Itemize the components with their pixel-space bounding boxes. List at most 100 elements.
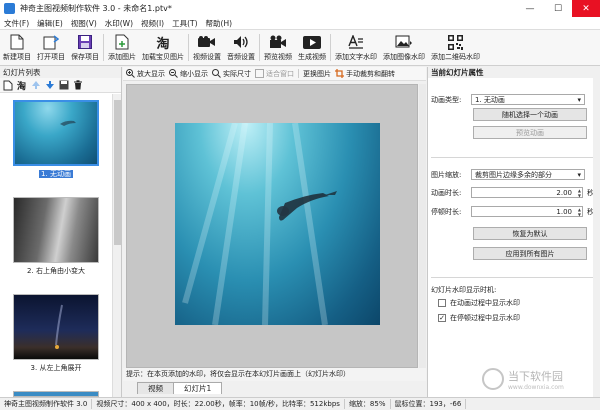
save-slide-icon[interactable] <box>58 80 69 91</box>
save-project-label: 保存项目 <box>71 53 99 61</box>
window-title: 神奇主图视频制作软件 3.0 - 未命名1.ptv* <box>20 4 172 13</box>
audio-settings-button[interactable]: 音频设置 <box>224 30 258 65</box>
add-qrcode-watermark-label: 添加二维码水印 <box>431 53 480 61</box>
replace-image-button[interactable]: 更换图片 <box>303 69 331 79</box>
generate-video-button[interactable]: 生成视频 <box>295 30 329 65</box>
add-image-label: 添加图片 <box>108 53 136 61</box>
slide-1-caption: 1. 无动画 <box>39 170 73 178</box>
image-watermark-icon <box>395 34 413 50</box>
slide-properties-panel: 当前幻灯片属性 动画类型: 1. 无动画 ▾ 随机选择一个动画 预览动画 图片缩… <box>427 67 600 397</box>
add-image-watermark-button[interactable]: 添加图像水印 <box>380 30 428 65</box>
video-settings-button[interactable]: 视频设置 <box>190 30 224 65</box>
stepper-arrows-icon[interactable]: ▲ ▼ <box>578 188 581 198</box>
menu-view[interactable]: 视图(V) <box>67 18 101 29</box>
move-down-icon[interactable] <box>44 80 55 91</box>
slide-list-scrollbar[interactable] <box>112 94 121 397</box>
preview-toolbar-separator <box>298 69 299 78</box>
preview-canvas[interactable] <box>126 84 418 368</box>
slide-list-scroll-thumb[interactable] <box>114 100 121 245</box>
chevron-down-icon: ▾ <box>577 170 581 179</box>
generate-video-label: 生成视频 <box>298 53 326 61</box>
properties-divider <box>431 277 596 278</box>
wm-stop-checkbox[interactable]: ✓ <box>438 314 446 322</box>
delete-slide-icon[interactable] <box>72 80 83 91</box>
text-watermark-icon <box>347 34 365 50</box>
stepper-arrows-icon[interactable]: ▲ ▼ <box>578 207 581 217</box>
tab-slide-1[interactable]: 幻灯片1 <box>173 382 223 394</box>
move-up-icon[interactable] <box>30 80 41 91</box>
fit-window-icon <box>255 69 264 78</box>
open-project-button[interactable]: 打开项目 <box>34 30 68 65</box>
anim-duration-stepper[interactable]: 2.00 ▲ ▼ <box>471 187 583 198</box>
restore-default-button[interactable]: 恢复为默认 <box>473 227 587 240</box>
wm-stop-checkbox-row[interactable]: ✓ 在停顿过程中显示水印 <box>438 313 520 323</box>
add-text-watermark-button[interactable]: 添加文字水印 <box>332 30 380 65</box>
save-project-icon <box>76 34 94 50</box>
watermark-cn-text: 当下软件园 <box>508 369 563 383</box>
new-project-icon <box>8 34 26 50</box>
add-slide-icon[interactable] <box>2 80 13 91</box>
watermark-en-text: www.downxia.com <box>508 383 564 391</box>
menu-help[interactable]: 帮助(H) <box>202 18 237 29</box>
apply-all-button[interactable]: 应用到所有图片 <box>473 247 587 260</box>
properties-scrollbar[interactable] <box>593 78 600 397</box>
preview-area: 放大显示 缩小显示 实际尺寸 适合窗口 更换图片 手动裁剪和翻转 提示：在本页添… <box>123 67 426 397</box>
menu-file[interactable]: 文件(F) <box>0 18 33 29</box>
menu-edit[interactable]: 编辑(E) <box>33 18 67 29</box>
wm-anim-checkbox[interactable] <box>438 299 446 307</box>
stop-duration-stepper[interactable]: 1.00 ▲ ▼ <box>471 206 583 217</box>
save-project-button[interactable]: 保存项目 <box>68 30 102 65</box>
scale-select[interactable]: 裁剪图片边缘多余的部分 ▾ <box>471 169 585 180</box>
scale-label: 图片缩放: <box>431 170 462 179</box>
open-project-icon <box>42 34 60 50</box>
toolbar-separator <box>259 34 260 61</box>
preview-anim-button[interactable]: 预览动画 <box>473 126 587 139</box>
menu-video[interactable]: 视频(I) <box>137 18 168 29</box>
zoom-in-icon <box>126 69 135 78</box>
close-button[interactable]: ✕ <box>572 0 600 17</box>
main-toolbar: 新建项目 打开项目 保存项目 添加图片 淘 加载宝贝图片 视频设置 音频设置 预… <box>0 30 600 66</box>
slide-thumbnail-2[interactable]: 2. 右上角由小变大 <box>13 197 99 276</box>
add-qrcode-watermark-button[interactable]: 添加二维码水印 <box>428 30 483 65</box>
actual-size-button[interactable]: 实际尺寸 <box>212 69 251 79</box>
preview-tabs: 视频 幻灯片1 <box>123 381 426 394</box>
crop-flip-button[interactable]: 手动裁剪和翻转 <box>335 69 395 79</box>
chevron-down-icon: ▾ <box>577 95 581 104</box>
site-watermark-logo: 当下软件园 www.downxia.com <box>482 365 594 393</box>
slide-thumbnail-list: 1. 无动画 2. 右上角由小变大 3. 从左上角展开 <box>0 94 112 397</box>
preview-video-button[interactable]: 预览视频 <box>261 30 295 65</box>
stop-duration-label: 停顿时长: <box>431 207 462 216</box>
zoom-out-button[interactable]: 缩小显示 <box>169 69 208 79</box>
maximize-button[interactable]: ☐ <box>544 0 572 17</box>
preview-image[interactable] <box>175 122 380 326</box>
minimize-button[interactable]: — <box>516 0 544 17</box>
actual-size-icon <box>212 69 221 78</box>
zoom-in-button[interactable]: 放大显示 <box>126 69 165 79</box>
slide-2-image <box>13 197 99 263</box>
crop-icon <box>335 69 344 78</box>
preview-toolbar: 放大显示 缩小显示 实际尺寸 适合窗口 更换图片 手动裁剪和翻转 <box>123 67 426 81</box>
fit-window-button[interactable]: 适合窗口 <box>255 69 294 79</box>
add-image-watermark-label: 添加图像水印 <box>383 53 425 61</box>
status-mouse-position: 鼠标位置：193，-66 <box>391 399 467 409</box>
preview-scrollbar[interactable] <box>419 84 426 368</box>
random-anim-button[interactable]: 随机选择一个动画 <box>473 108 587 121</box>
wm-anim-checkbox-row[interactable]: 在动画过程中显示水印 <box>438 298 520 308</box>
menu-tools[interactable]: 工具(T) <box>168 18 201 29</box>
load-taobao-images-button[interactable]: 淘 加载宝贝图片 <box>139 30 187 65</box>
anim-duration-value: 2.00 <box>556 188 572 197</box>
audio-icon <box>232 34 250 50</box>
anim-type-value: 1. 无动画 <box>475 95 505 104</box>
menu-watermark[interactable]: 水印(W) <box>101 18 137 29</box>
scale-row: 图片缩放: 裁剪图片边缘多余的部分 ▾ <box>431 169 585 180</box>
anim-type-label: 动画类型: <box>431 95 462 104</box>
taobao-small-icon[interactable]: 淘 <box>16 80 27 92</box>
add-image-button[interactable]: 添加图片 <box>105 30 139 65</box>
anim-type-select[interactable]: 1. 无动画 ▾ <box>471 94 585 105</box>
new-project-button[interactable]: 新建项目 <box>0 30 34 65</box>
tab-video[interactable]: 视频 <box>137 382 174 394</box>
slide-thumbnail-3[interactable]: 3. 从左上角展开 <box>13 294 99 373</box>
open-project-label: 打开项目 <box>37 53 65 61</box>
slide-thumbnail-1[interactable]: 1. 无动画 <box>13 100 99 179</box>
underwater-scene <box>182 122 337 326</box>
